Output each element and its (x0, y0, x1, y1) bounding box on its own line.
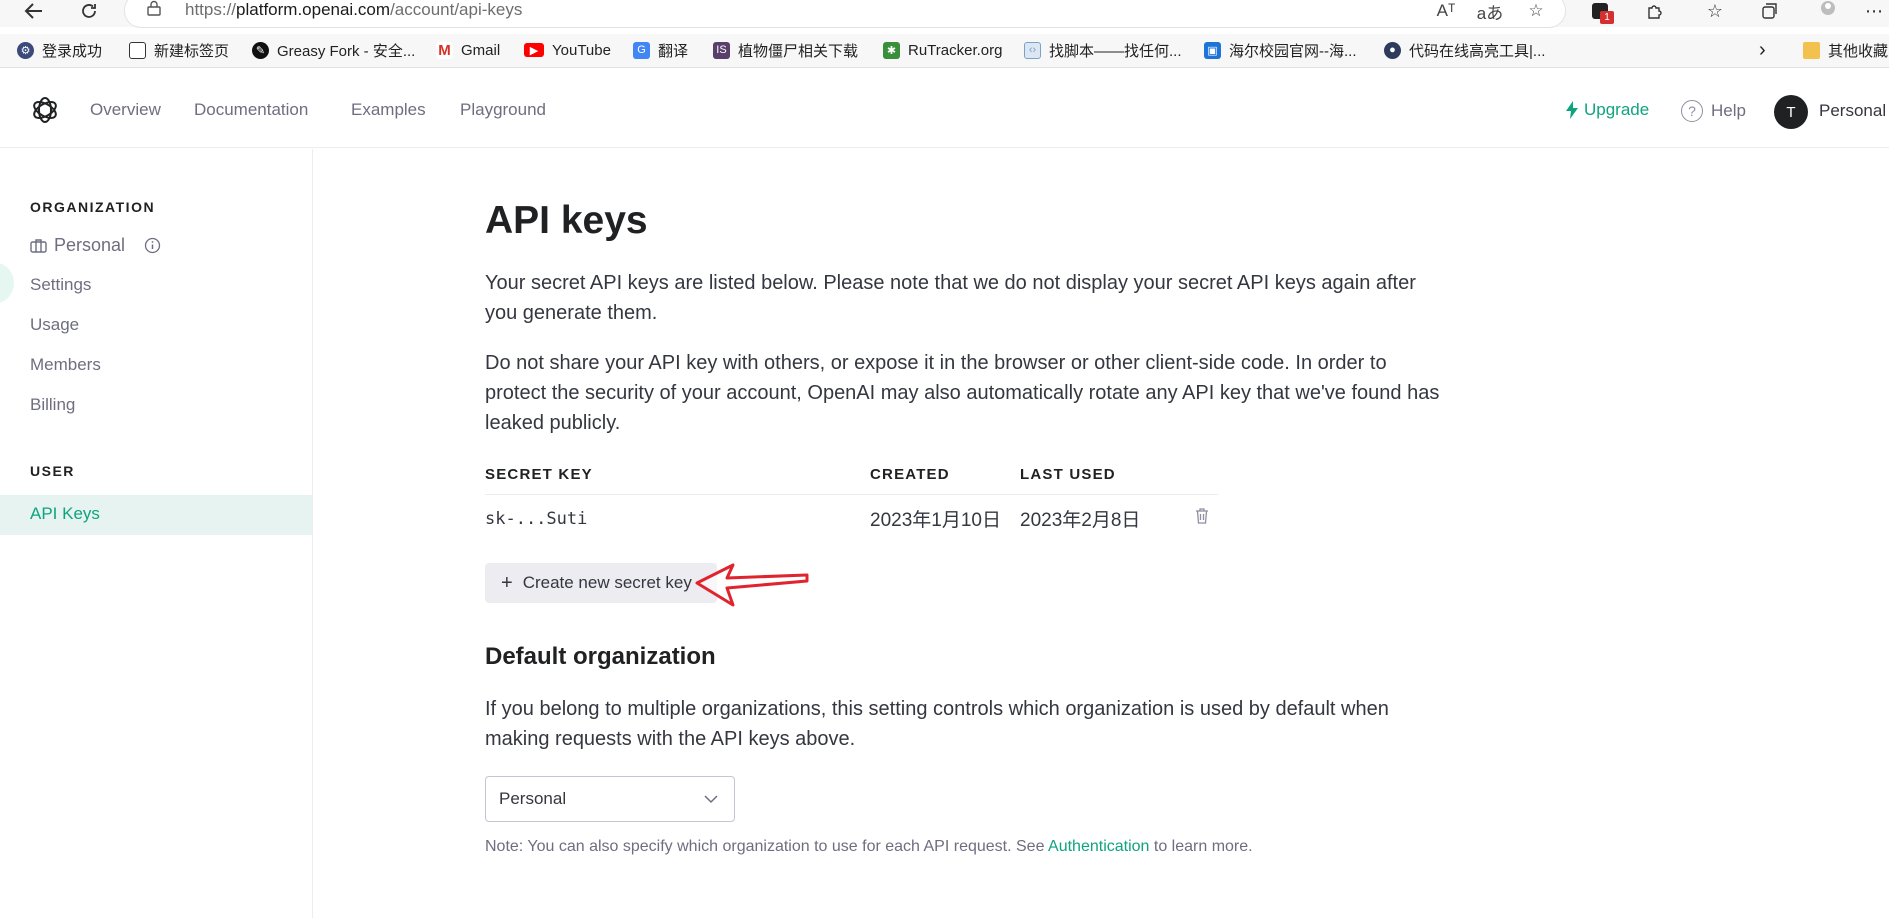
authentication-link[interactable]: Authentication (1048, 838, 1149, 855)
bookmark-item[interactable]: ⚙ 登录成功 (17, 38, 102, 62)
nav-overview[interactable]: Overview (90, 100, 161, 120)
page-title: API keys (485, 199, 648, 242)
sidebar-item-billing[interactable]: Billing (30, 395, 75, 415)
default-org-description: If you belong to multiple organizations,… (485, 698, 1389, 750)
read-aloud-icon[interactable]: Aᵀ (1432, 0, 1460, 22)
help-icon: ? (1681, 100, 1703, 122)
profile-icon[interactable] (1814, 0, 1842, 24)
plus-icon: + (501, 571, 513, 594)
favorites-icon[interactable]: ☆ (1701, 0, 1729, 24)
sidebar-heading-organization: ORGANIZATION (30, 199, 156, 215)
column-header-created: CREATED (870, 466, 950, 483)
sidebar-item-usage[interactable]: Usage (30, 315, 79, 335)
url-text[interactable]: https://platform.openai.com/account/api-… (185, 0, 522, 20)
translate-icon: G (633, 41, 650, 59)
column-header-secret-key: SECRET KEY (485, 466, 593, 483)
bookmark-item[interactable]: M Gmail (436, 38, 500, 62)
bookmarks-bar: ⚙ 登录成功 新建标签页 ✎ Greasy Fork - 安全... M Gmail … (0, 34, 1889, 68)
openai-logo-icon[interactable] (30, 95, 60, 125)
created-date: 2023年1月10日 (870, 510, 1001, 531)
sidebar-org-name[interactable]: Personal (30, 235, 161, 256)
back-arrow-icon[interactable] (22, 0, 46, 22)
last-used-date: 2023年2月8日 (1020, 510, 1141, 531)
greasyfork-icon: ✎ (252, 41, 269, 59)
sidebar-item-api-keys[interactable]: API Keys (0, 495, 312, 535)
more-menu-icon[interactable]: ⋯ (1860, 0, 1888, 24)
nav-examples[interactable]: Examples (351, 100, 426, 120)
sidebar: ORGANIZATION Personal Settings Usage Mem… (0, 149, 313, 918)
browser-toolbar: https://platform.openai.com/account/api-… (0, 0, 1889, 27)
page-icon: ‹› (1024, 41, 1041, 59)
youtube-icon: ▶ (524, 43, 544, 57)
refresh-icon[interactable] (77, 0, 101, 22)
briefcase-icon (30, 239, 47, 253)
avatar[interactable]: T (1774, 95, 1808, 129)
nav-documentation[interactable]: Documentation (194, 100, 308, 120)
rutracker-icon: ✱ (883, 41, 900, 59)
bookmark-item[interactable]: ● 代码在线高亮工具|... (1384, 38, 1545, 62)
nav-playground[interactable]: Playground (460, 100, 546, 120)
bookmark-item[interactable]: G 翻译 (633, 38, 688, 62)
extension-badge: 1 (1600, 11, 1614, 24)
chevron-right-icon[interactable]: › (1759, 38, 1766, 62)
organization-note: Note: You can also specify which organiz… (485, 838, 1253, 855)
organization-select[interactable]: Personal (485, 776, 735, 822)
extension-icon[interactable]: 1 (1586, 0, 1614, 24)
help-bubble[interactable] (0, 263, 14, 303)
default-org-title: Default organization (485, 643, 716, 670)
sidebar-heading-user: USER (30, 463, 75, 479)
lightning-icon (1566, 101, 1578, 119)
code-icon: ● (1384, 41, 1401, 59)
create-secret-key-button[interactable]: + Create new secret key (485, 563, 717, 603)
column-header-last-used: LAST USED (1020, 466, 1116, 483)
secret-key-value: sk-...Suti (485, 509, 588, 529)
chevron-down-icon (704, 795, 718, 804)
bookmark-item[interactable]: ▣ 海尔校园官网--海... (1204, 38, 1357, 62)
lock-icon (147, 0, 161, 21)
gear-icon: ⚙ (17, 41, 34, 59)
bookmark-item[interactable]: ▶ YouTube (524, 38, 611, 62)
bookmark-item[interactable]: IS 植物僵尸相关下载 (713, 38, 858, 62)
translate-page-icon[interactable]: aあ (1476, 0, 1504, 23)
table-divider (485, 494, 1218, 495)
info-icon[interactable] (144, 237, 161, 254)
intro-text: Your secret API keys are listed below. P… (485, 272, 1416, 324)
trash-icon[interactable] (1194, 507, 1212, 527)
upgrade-link[interactable]: Upgrade (1566, 100, 1649, 120)
sidebar-item-members[interactable]: Members (30, 355, 101, 375)
tab-icon (129, 41, 146, 59)
help-link[interactable]: ? Help (1681, 100, 1746, 122)
collections-icon[interactable] (1756, 0, 1784, 24)
book-icon: IS (713, 41, 730, 59)
folder-icon (1803, 41, 1820, 59)
bookmark-item[interactable]: ✎ Greasy Fork - 安全... (252, 38, 415, 62)
site-header: Overview Documentation Examples Playgrou… (0, 74, 1889, 148)
bookmark-item[interactable]: 新建标签页 (129, 38, 229, 62)
gmail-icon: M (436, 41, 453, 59)
bookmark-item[interactable]: ✱ RuTracker.org (883, 38, 1002, 62)
account-name[interactable]: Personal (1819, 101, 1886, 121)
other-bookmarks[interactable]: 其他收藏 (1803, 38, 1888, 62)
bookmark-item[interactable]: ‹› 找脚本——找任何... (1024, 38, 1182, 62)
haier-icon: ▣ (1204, 41, 1221, 59)
warning-text: Do not share your API key with others, o… (485, 352, 1440, 434)
add-favorite-icon[interactable]: ☆ (1522, 0, 1550, 22)
annotation-arrow-icon (695, 563, 809, 607)
sidebar-item-settings[interactable]: Settings (30, 275, 91, 295)
puzzle-extensions-icon[interactable] (1640, 0, 1668, 24)
address-bar[interactable]: https://platform.openai.com/account/api-… (125, 0, 1565, 27)
